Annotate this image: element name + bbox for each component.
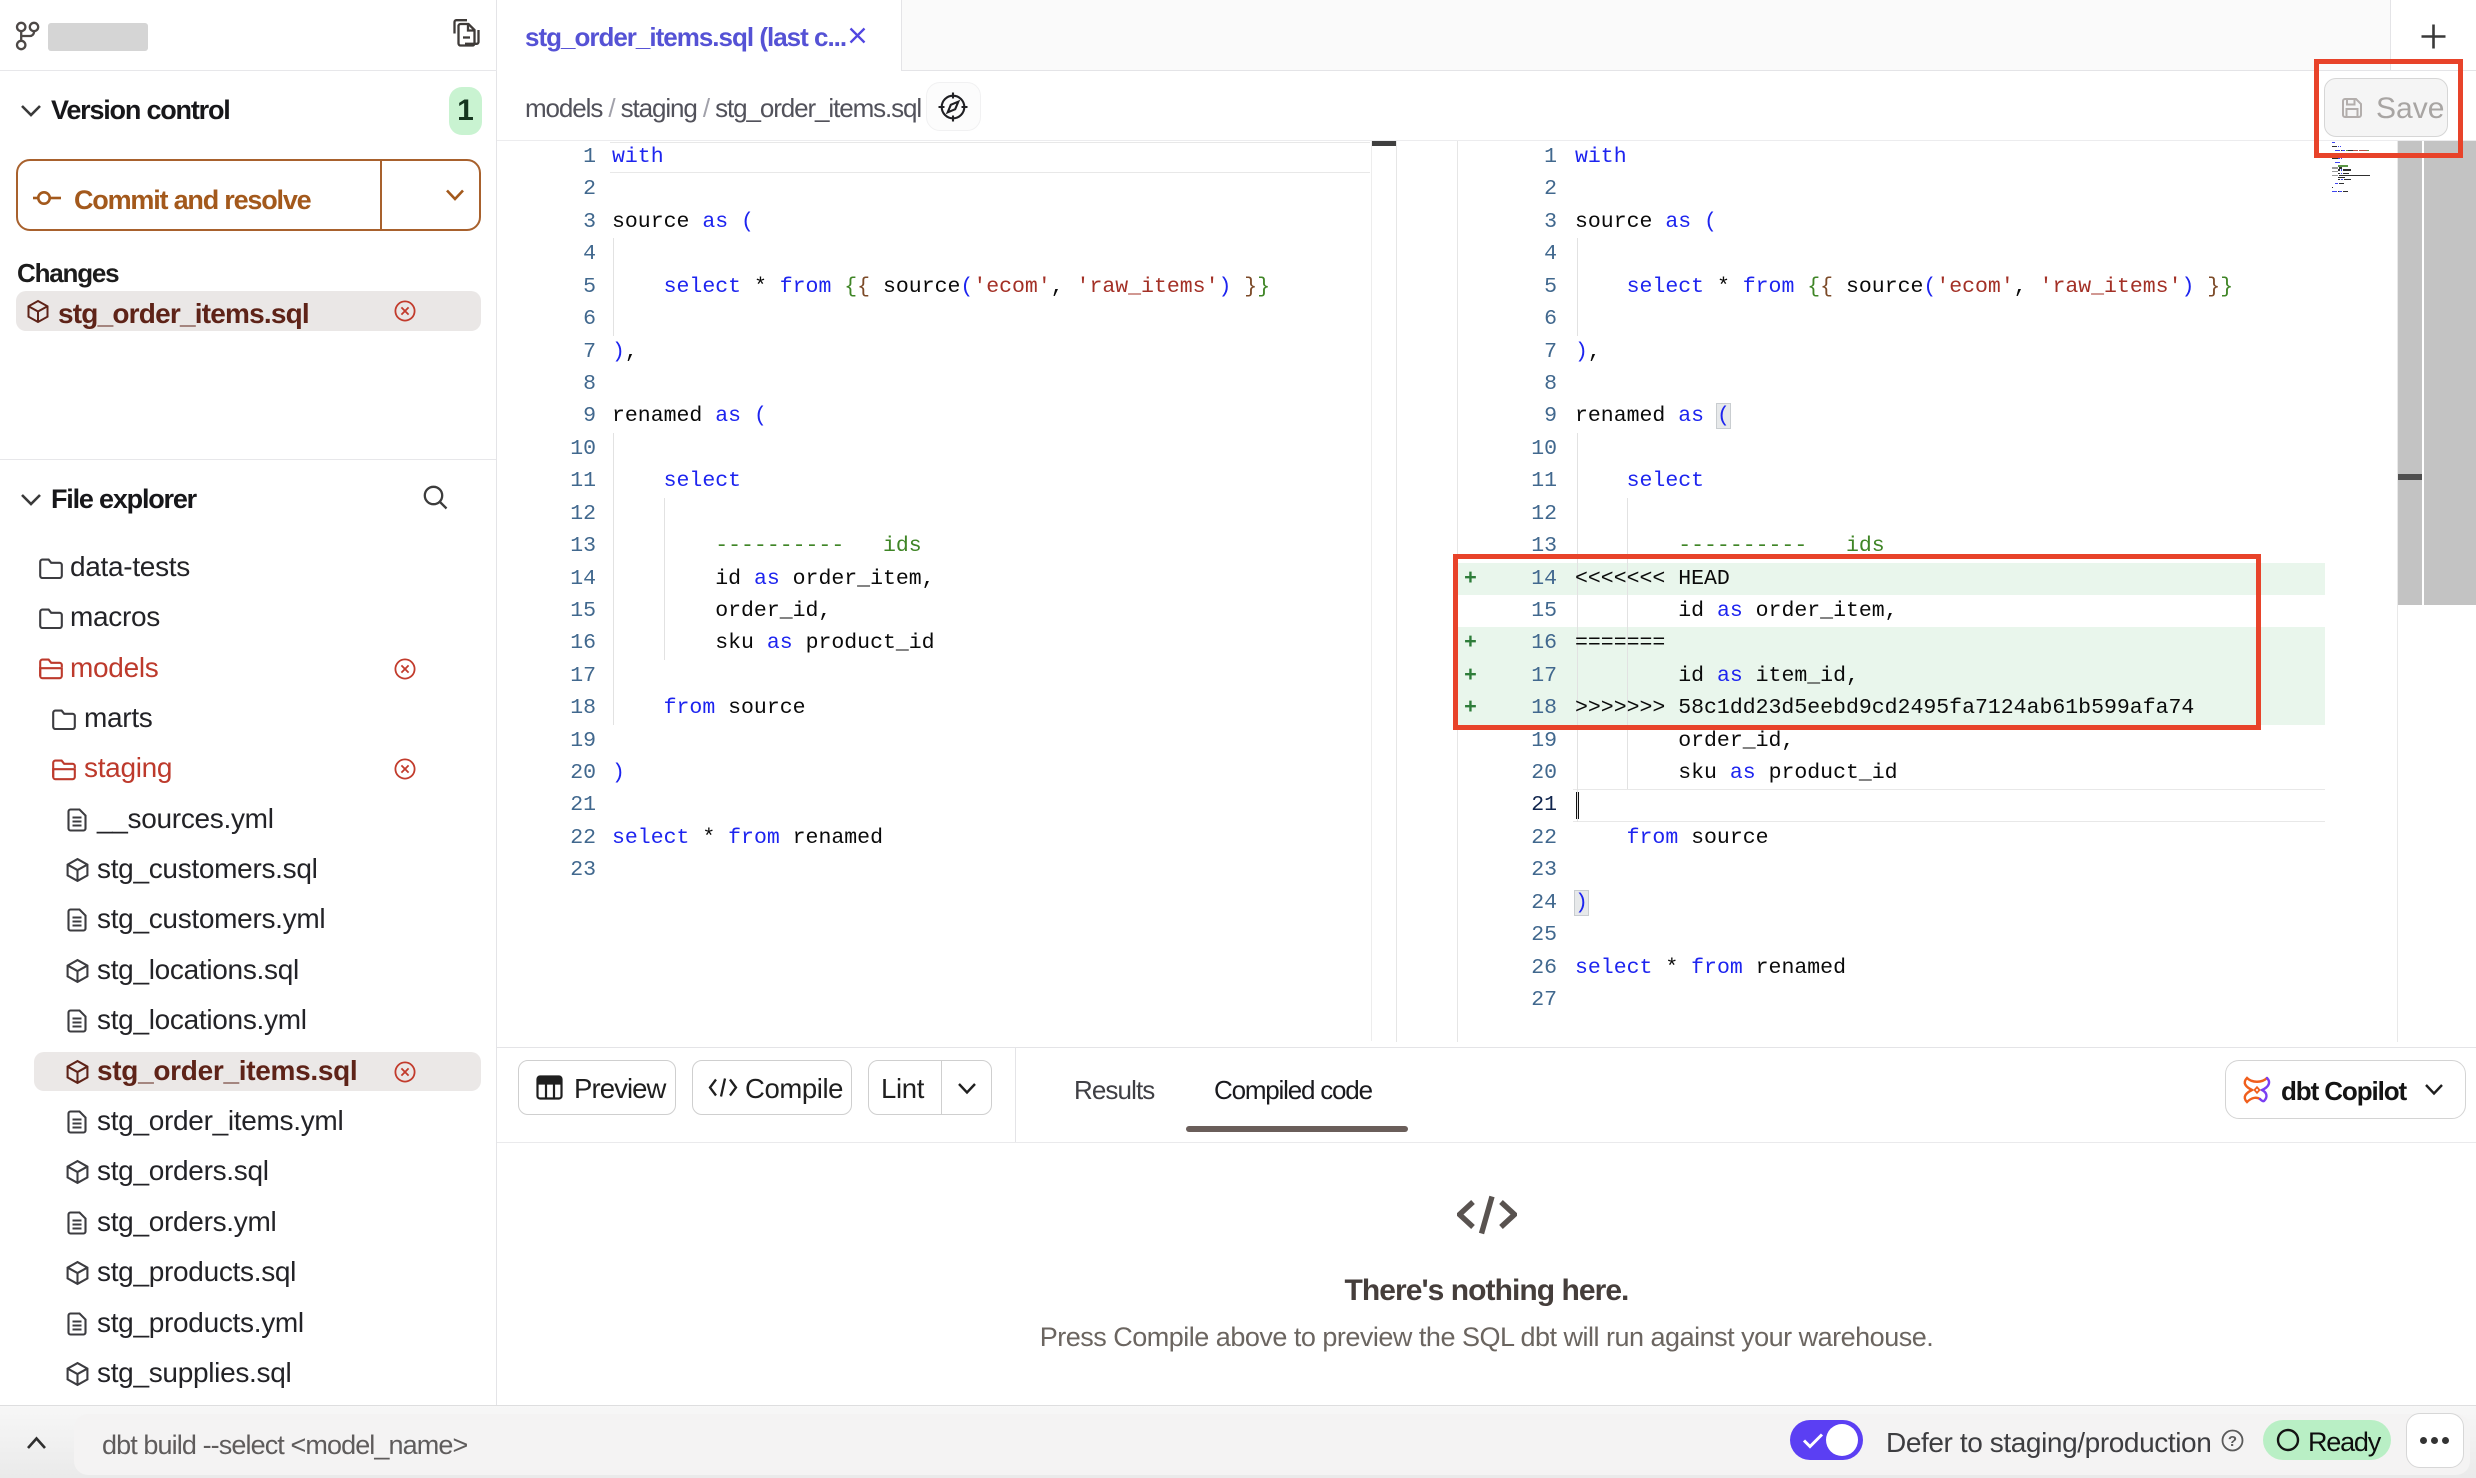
svg-text:?: ? [2228, 1433, 2237, 1450]
